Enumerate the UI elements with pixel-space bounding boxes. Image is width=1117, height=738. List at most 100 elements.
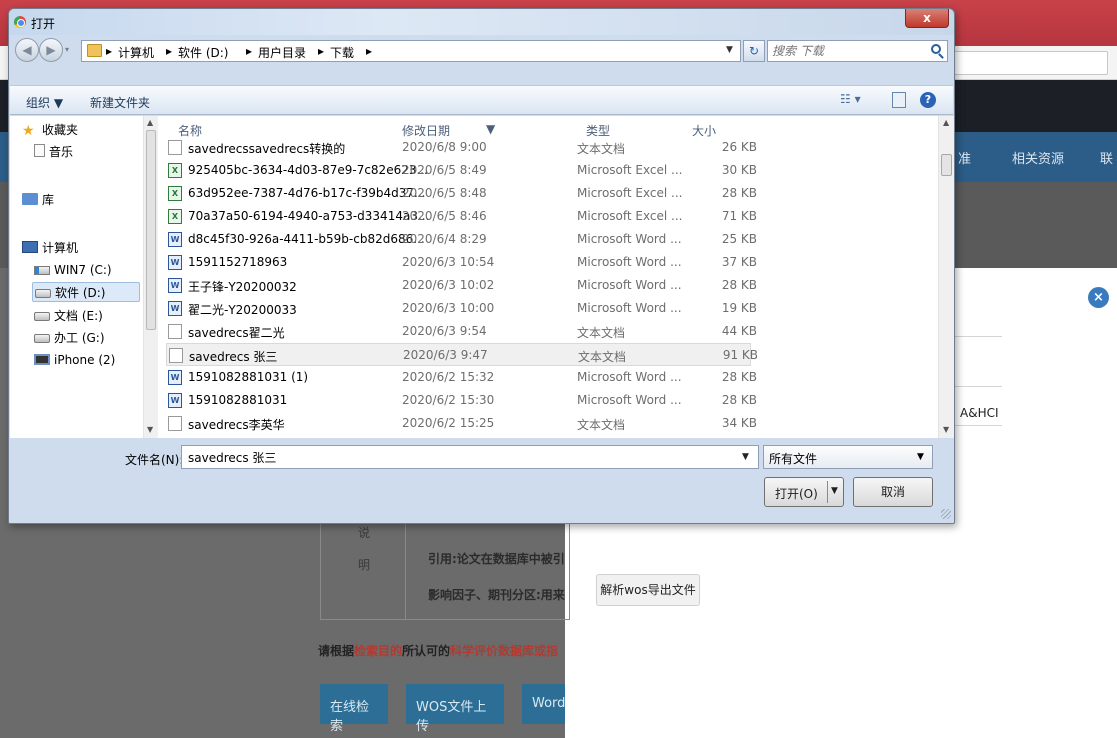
file-name: 70a37a50-6194-4940-a753-d33414a3...	[188, 209, 430, 223]
wos-upload-button[interactable]: WOS文件上传	[406, 684, 504, 734]
nav-item-favorites[interactable]: ★ 收藏夹	[22, 120, 78, 140]
breadcrumb-separator-icon[interactable]: ▸	[106, 44, 112, 58]
nav-item-software-d[interactable]: 软件 (D:)	[32, 282, 140, 302]
back-button[interactable]: ◀	[15, 38, 39, 62]
file-size: 28 KB	[721, 186, 757, 200]
breadcrumb-separator-icon[interactable]: ▸	[366, 44, 372, 58]
site-nav-item-standard[interactable]: 准	[958, 148, 971, 167]
online-search-button[interactable]: 在线检索	[320, 684, 388, 734]
breadcrumb-downloads[interactable]: 下载	[330, 44, 354, 61]
modal-close-icon[interactable]: ×	[1088, 287, 1109, 308]
search-input[interactable]	[772, 43, 922, 59]
file-type: Microsoft Excel ...	[577, 163, 683, 177]
recent-pages-icon[interactable]: ▾	[65, 45, 69, 54]
cancel-button[interactable]: 取消	[853, 477, 933, 507]
file-type: 文本文档	[577, 142, 626, 156]
sort-arrow-icon: ▼	[486, 122, 496, 136]
preview-pane-icon[interactable]	[892, 92, 906, 108]
view-options-icon[interactable]: ☷ ▾	[840, 92, 861, 108]
breadcrumb-user-folder[interactable]: 用户目录	[258, 44, 306, 61]
refresh-icon[interactable]: ↻	[743, 40, 765, 62]
nav-item-music[interactable]: 音乐	[34, 142, 73, 162]
file-size: 25 KB	[721, 232, 757, 246]
filename-field[interactable]: ▼	[181, 445, 759, 469]
breadcrumb-drive-d[interactable]: 软件 (D:)	[178, 44, 228, 61]
scroll-down-icon[interactable]: ▼	[943, 425, 949, 434]
breadcrumb-separator-icon[interactable]: ▸	[246, 44, 252, 58]
scroll-up-icon[interactable]: ▲	[147, 118, 153, 127]
file-row[interactable]: W 翟二光-Y20200033 2020/6/3 10:00 Microsoft Wo…	[166, 297, 757, 320]
address-dropdown-icon[interactable]: ▼	[726, 45, 733, 55]
file-row[interactable]: savedrecs翟二光 2020/6/3 9:54 文本文档 44 KB	[166, 320, 757, 343]
file-row[interactable]: savedrecs 张三 2020/6/3 9:47 文本文档 91 KB	[166, 343, 758, 366]
file-row[interactable]: W 王子锋-Y20200032 2020/6/3 10:02 Microsoft Wo…	[166, 274, 757, 297]
nav-item-win7-c[interactable]: WIN7 (C:)	[34, 260, 112, 280]
nav-item-computer[interactable]: 计算机	[22, 238, 78, 258]
nav-item-documents-e[interactable]: 文档 (E:)	[34, 306, 103, 326]
scroll-down-icon[interactable]: ▼	[147, 425, 153, 434]
file-row[interactable]: W 1591082881031 2020/6/2 15:30 Microsoft Wo…	[166, 389, 757, 412]
dialog-close-button[interactable]: x	[905, 9, 949, 28]
file-list-scrollbar[interactable]: ▲ ▼	[938, 116, 954, 438]
filename-label: 文件名(N):	[125, 453, 184, 467]
scrollbar-thumb[interactable]	[146, 130, 156, 330]
label-shuo: 说	[358, 526, 371, 540]
dialog-title-bar[interactable]: 打开 x	[9, 9, 954, 35]
organize-button[interactable]: 组织 ▼	[26, 94, 63, 111]
file-name: savedrecs翟二光	[188, 326, 285, 340]
forward-button[interactable]: ▶	[39, 38, 63, 62]
file-row[interactable]: X 63d952ee-7387-4d76-b17c-f39b4d37... 2020…	[166, 182, 757, 205]
chevron-down-icon: ▼	[917, 452, 924, 462]
file-size: 26 KB	[721, 140, 757, 154]
site-nav-item-resources[interactable]: 相关资源	[1012, 148, 1064, 167]
file-row[interactable]: savedrecssavedrecs转换的 2020/6/8 9:00 文本文档 26…	[166, 136, 757, 159]
filename-input[interactable]	[188, 449, 728, 465]
open-options-dropdown-icon[interactable]: ▼	[831, 486, 838, 496]
impact-factor-explanation: 影响因子、期刊分区:用来	[428, 588, 565, 602]
file-size: 28 KB	[721, 393, 757, 407]
nav-item-label: 软件 (D:)	[55, 286, 106, 300]
file-row[interactable]: Wd8c45f30-926a-4411-b59b-cb82d686... 2020…	[166, 228, 757, 251]
instruction-purpose: 检索目的	[354, 644, 403, 658]
chrome-icon	[14, 16, 26, 28]
nav-item-iphone[interactable]: iPhone (2)	[34, 350, 115, 370]
file-row[interactable]: X 925405bc-3634-4d03-87e9-7c82e623... 2020…	[166, 159, 757, 182]
file-type-select[interactable]: 所有文件 ▼	[763, 445, 933, 469]
address-bar[interactable]: ▸ 计算机 ▸ 软件 (D:) ▸ 用户目录 ▸ 下载 ▸ ▼	[81, 40, 741, 62]
breadcrumb-computer[interactable]: 计算机	[118, 44, 154, 61]
phone-icon	[34, 354, 50, 365]
navigation-scrollbar[interactable]: ▲ ▼	[143, 116, 158, 438]
nav-item-office-g[interactable]: 办工 (G:)	[34, 328, 105, 348]
nav-item-label: 收藏夹	[42, 123, 79, 137]
file-type: 文本文档	[577, 326, 626, 340]
site-nav-item-contact[interactable]: 联	[1100, 148, 1113, 167]
nav-item-library[interactable]: 库	[22, 190, 54, 210]
file-row[interactable]: W 1591152718963 2020/6/3 10:54 Microsoft Wo…	[166, 251, 757, 274]
resize-grip[interactable]	[941, 509, 951, 519]
word-button[interactable]: Word	[522, 684, 565, 724]
help-icon[interactable]: ?	[920, 92, 936, 108]
scroll-up-icon[interactable]: ▲	[943, 118, 949, 127]
address-row: ◀ ▶ ▾ ▸ 计算机 ▸ 软件 (D:) ▸ 用户目录 ▸ 下载 ▸ ▼ ↻	[9, 35, 954, 67]
open-button[interactable]: 打开(O) ▼	[764, 477, 844, 507]
search-field[interactable]	[767, 40, 948, 62]
filename-dropdown-icon[interactable]: ▼	[742, 452, 749, 462]
breadcrumb-separator-icon[interactable]: ▸	[166, 44, 172, 58]
file-name: 1591082881031 (1)	[188, 370, 309, 384]
file-row[interactable]: savedrecs李英华 2020/6/2 15:25 文本文档 34 KB	[166, 412, 757, 435]
file-row[interactable]: X 70a37a50-6194-4940-a753-d33414a3... 2020…	[166, 205, 757, 228]
file-name: 1591082881031	[188, 393, 288, 407]
scrollbar-thumb[interactable]	[941, 154, 952, 176]
file-type: Microsoft Word ...	[577, 232, 682, 246]
file-row[interactable]: W 1591082881031 (1) 2020/6/2 15:32 Microsof…	[166, 366, 757, 389]
file-date: 2020/6/3 9:47	[403, 348, 488, 362]
search-icon[interactable]	[931, 44, 941, 54]
text-file-icon	[168, 324, 182, 339]
new-folder-button[interactable]: 新建文件夹	[90, 94, 150, 111]
file-size: 30 KB	[721, 163, 757, 177]
parse-wos-button[interactable]: 解析wos导出文件	[596, 574, 700, 606]
text-file-icon	[169, 348, 183, 363]
word-file-icon: W	[168, 232, 182, 247]
file-type: Microsoft Word ...	[577, 393, 682, 407]
breadcrumb-separator-icon[interactable]: ▸	[318, 44, 324, 58]
